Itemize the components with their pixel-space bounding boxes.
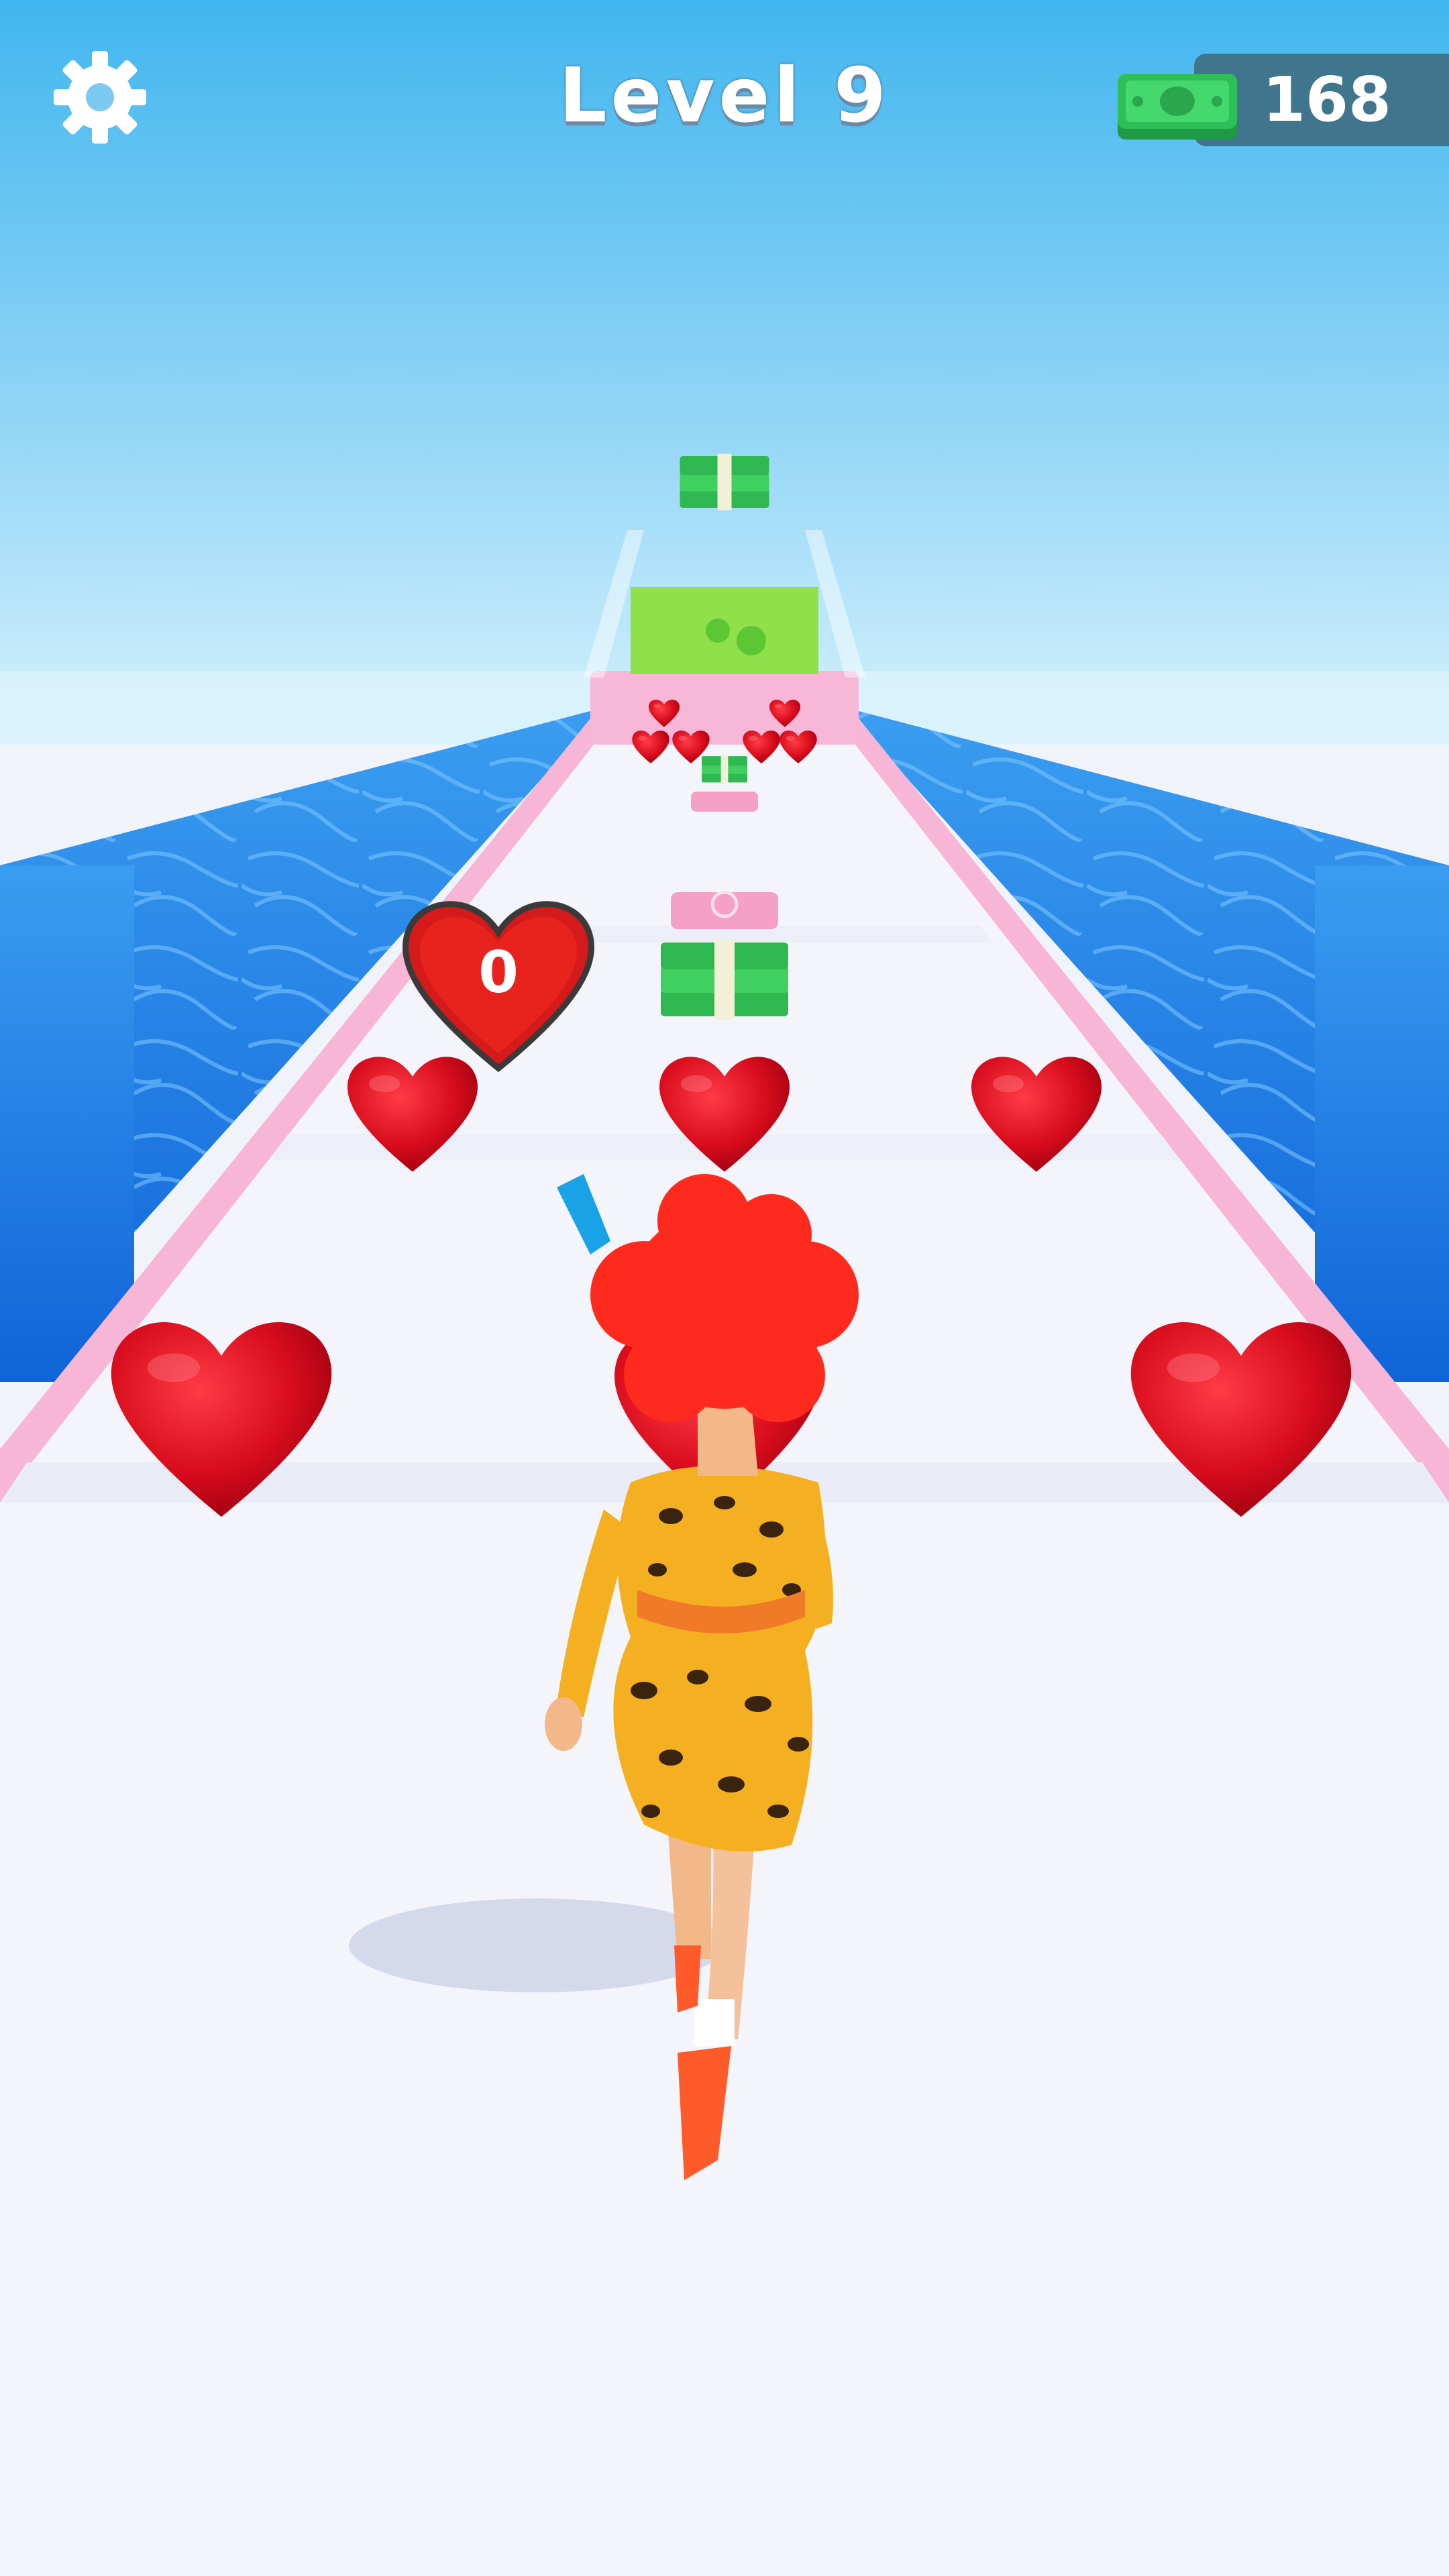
player-sock xyxy=(694,1999,735,2046)
cash-amount: 168 xyxy=(1263,64,1392,136)
player-body xyxy=(613,1466,826,1851)
distant-cash xyxy=(702,755,747,784)
player-skate xyxy=(674,1945,701,2012)
pink-gate xyxy=(671,892,778,929)
player-hand xyxy=(545,1697,582,1751)
finish-platform xyxy=(590,671,859,745)
stage-star xyxy=(737,626,766,655)
pink-gate xyxy=(691,792,758,812)
player-shadow xyxy=(349,1898,724,1992)
game-scene xyxy=(0,0,1449,2576)
cash-stack xyxy=(661,939,788,1020)
finish-cash-stack xyxy=(680,453,769,511)
player-neck xyxy=(698,1402,758,1476)
stage-star xyxy=(706,619,730,643)
heart-count-badge: 0 xyxy=(396,892,610,1073)
cash-counter: 168 xyxy=(1114,54,1449,146)
banknote-stack-icon xyxy=(1118,74,1237,140)
heart-count: 0 xyxy=(478,939,519,1006)
water-bottom-right xyxy=(1315,865,1449,1382)
water-bottom-left xyxy=(0,865,134,1382)
